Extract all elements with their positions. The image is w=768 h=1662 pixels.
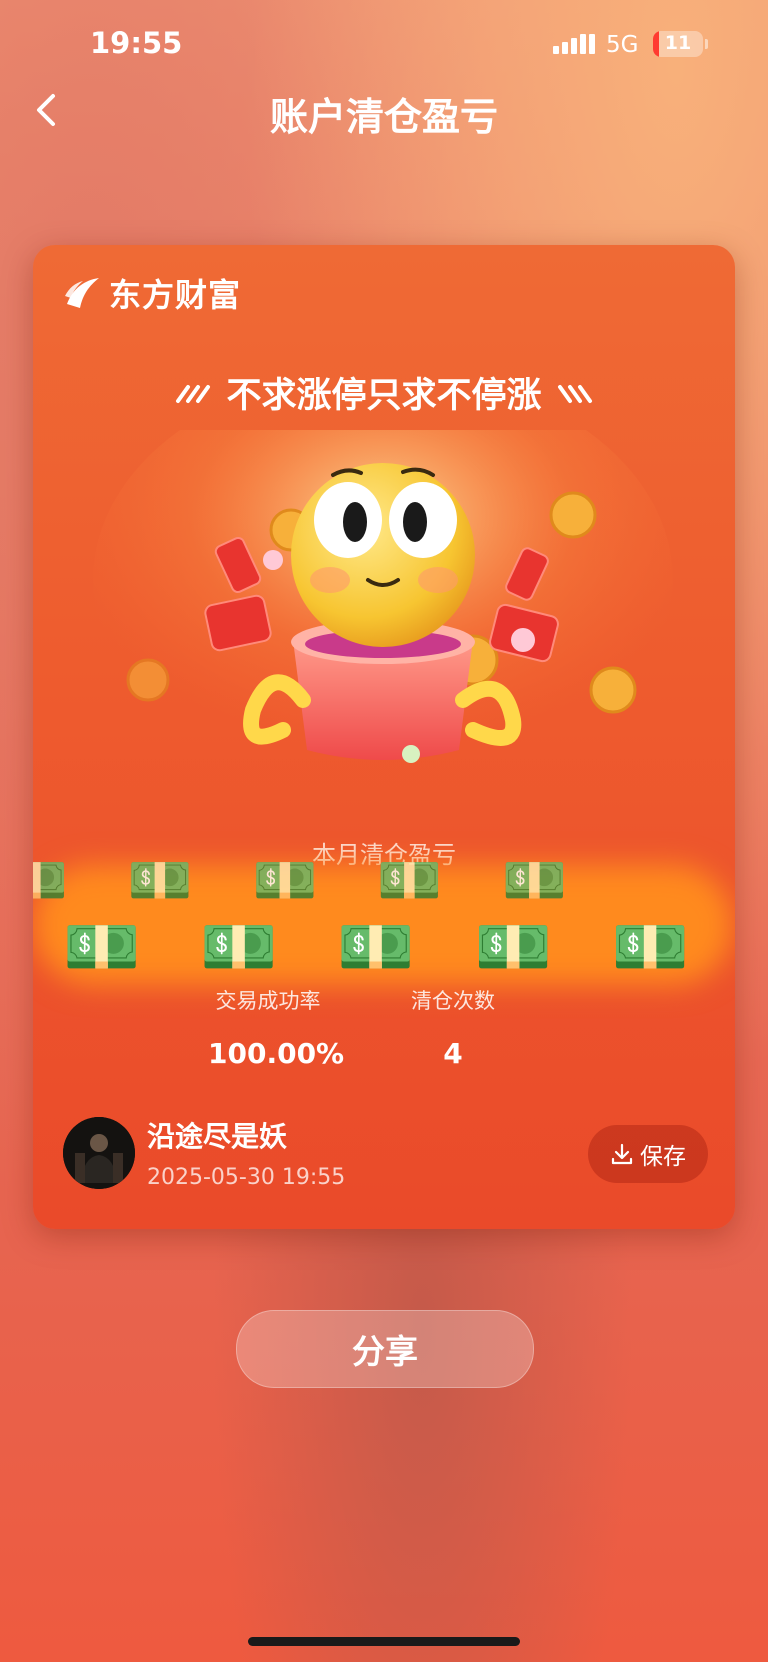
money-emoji-row: 💵 💵 💵 💵 💵 xyxy=(33,851,567,911)
battery-icon: 11 xyxy=(653,31,703,57)
home-indicator[interactable] xyxy=(248,1637,520,1646)
slogan-text: 不求涨停只求不停涨 xyxy=(226,376,542,416)
emoji-gift-illustration xyxy=(93,430,673,790)
network-type: 5G xyxy=(606,32,639,58)
battery-tip xyxy=(705,39,708,49)
share-button[interactable]: 分享 xyxy=(236,1310,534,1388)
clear-count-stat: 清仓次数 4 xyxy=(403,985,503,1070)
status-time: 19:55 xyxy=(90,26,183,60)
pnl-share-card: 东方财富 不求涨停只求不停涨 本月清仓盈亏 💵 💵 💵 💵 💵 💵 💵 💵 💵 … xyxy=(33,245,735,1229)
brand-name: 东方财富 xyxy=(109,276,242,314)
share-datetime: 2025-05-30 19:55 xyxy=(147,1165,346,1190)
brand-mark-icon xyxy=(65,278,99,308)
user-info: 沿途尽是妖 2025-05-30 19:55 xyxy=(63,1115,345,1190)
stat-label: 清仓次数 xyxy=(411,989,495,1013)
save-button[interactable]: 保存 xyxy=(588,1125,708,1183)
hidden-amount-mask: 💵 💵 💵 💵 💵 💵 💵 💵 💵 💵 xyxy=(33,850,735,1000)
user-name: 沿途尽是妖 xyxy=(147,1120,288,1153)
stat-value: 4 xyxy=(443,1037,463,1070)
slash-decoration-icon xyxy=(557,384,592,403)
money-emoji-row: 💵 💵 💵 💵 💵 xyxy=(63,910,690,983)
page-title: 账户清仓盈亏 xyxy=(269,95,498,139)
stat-label: 交易成功率 xyxy=(215,989,321,1013)
slash-decoration-icon xyxy=(176,384,211,403)
brand-logo: 东方财富 xyxy=(63,270,241,316)
battery-level: 11 xyxy=(664,32,692,54)
slogan-row: 不求涨停只求不停涨 xyxy=(33,367,735,418)
download-icon xyxy=(611,1143,633,1165)
signal-icon xyxy=(553,34,595,54)
status-bar: 19:55 5G 11 xyxy=(0,0,768,90)
stat-value: 100.00% xyxy=(208,1037,345,1070)
success-rate-stat: 交易成功率 100.00% xyxy=(208,985,345,1070)
save-label: 保存 xyxy=(640,1144,686,1170)
avatar xyxy=(63,1116,135,1189)
